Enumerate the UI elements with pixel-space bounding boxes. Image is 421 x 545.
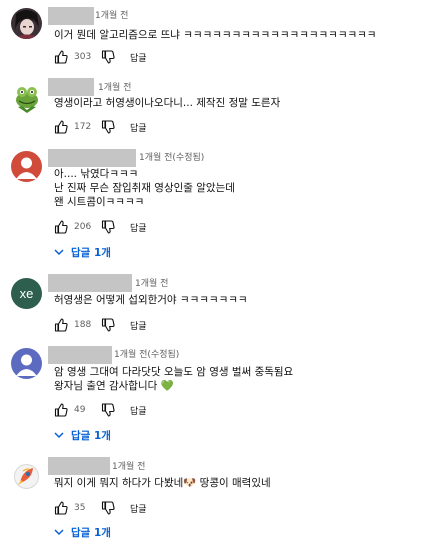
comment-line: 영생이라고 허영생이나오다니... 제작진 정말 도른자 bbox=[54, 97, 281, 109]
comment-line: 난 진짜 무슨 잠입취재 영상인줄 알았는데 bbox=[54, 182, 235, 194]
comment-line: 이거 뭔데 알고리즘으로 뜨냐 ㅋㅋㅋㅋㅋㅋㅋㅋㅋㅋㅋㅋㅋㅋㅋㅋㅋㅋㅋㅋ bbox=[54, 29, 377, 41]
view-replies-button[interactable]: 답글 1개 bbox=[52, 426, 111, 444]
comment-line: 아.... 낚였다ㅋㅋㅋ bbox=[54, 168, 139, 180]
rocket-avatar[interactable] bbox=[11, 461, 42, 492]
reply-button[interactable]: 답글 bbox=[130, 221, 147, 234]
comment-text: 뭐지 이게 뭐지 하다가 다봤네🐶 땅콩이 매력있네 bbox=[54, 476, 271, 490]
dark-portrait-avatar[interactable] bbox=[11, 8, 42, 39]
like-count: 206 bbox=[74, 222, 92, 232]
author-name[interactable] bbox=[48, 149, 136, 167]
thumbs-up-icon[interactable] bbox=[53, 219, 69, 235]
reply-button[interactable]: 답글 bbox=[130, 121, 147, 134]
comment-list: 1개월 전 이거 뭔데 알고리즘으로 뜨냐 ㅋㅋㅋㅋㅋㅋㅋㅋㅋㅋㅋㅋㅋㅋㅋㅋㅋㅋ… bbox=[0, 0, 421, 545]
comment-actions: 35 답글 bbox=[53, 500, 147, 516]
reply-button[interactable]: 답글 bbox=[130, 51, 147, 64]
comment-text: 아.... 낚였다ㅋㅋㅋ 난 진짜 무슨 잠입취재 영상인줄 알았는데 왠 시트… bbox=[54, 167, 235, 209]
thumbs-up-icon[interactable] bbox=[53, 402, 69, 418]
author-name[interactable] bbox=[48, 78, 94, 96]
chevron-down-icon bbox=[52, 428, 66, 442]
reply-button[interactable]: 답글 bbox=[130, 502, 147, 515]
default-user-avatar-red[interactable] bbox=[11, 151, 42, 182]
author-name[interactable] bbox=[48, 274, 132, 292]
thumbs-down-icon[interactable] bbox=[100, 49, 116, 65]
comment-line: 왕자님 출연 감사합니다 💚 bbox=[54, 380, 174, 392]
reply-button[interactable]: 답글 bbox=[130, 404, 147, 417]
thumbs-down-icon[interactable] bbox=[100, 119, 116, 135]
comment-text: 암 영생 그대여 다라닷닷 오늘도 암 영생 벌써 중독됨요 왕자님 출연 감사… bbox=[54, 365, 293, 393]
comment-text: 이거 뭔데 알고리즘으로 뜨냐 ㅋㅋㅋㅋㅋㅋㅋㅋㅋㅋㅋㅋㅋㅋㅋㅋㅋㅋㅋㅋ bbox=[54, 28, 376, 42]
comment-actions: 188 답글 bbox=[53, 317, 147, 333]
comment-time[interactable]: 1개월 전 bbox=[95, 10, 128, 22]
comment-time[interactable]: 1개월 전 bbox=[135, 278, 168, 290]
author-name[interactable] bbox=[48, 7, 94, 25]
view-replies-button[interactable]: 답글 1개 bbox=[52, 523, 111, 541]
view-replies-button[interactable]: 답글 1개 bbox=[52, 243, 111, 261]
avatar-letters: xe bbox=[19, 286, 34, 301]
comment-line: 암 영생 그대여 다라닷닷 오늘도 암 영생 벌써 중독됨요 bbox=[54, 366, 294, 378]
like-count: 35 bbox=[74, 503, 86, 513]
like-count: 172 bbox=[74, 122, 92, 132]
comment-line: 왠 시트콤이ㅋㅋㅋㅋ bbox=[54, 196, 145, 208]
kermit-frog-avatar[interactable] bbox=[11, 83, 42, 114]
default-user-avatar-purple[interactable] bbox=[11, 348, 42, 379]
replies-count-label: 답글 1개 bbox=[71, 429, 111, 442]
author-name[interactable] bbox=[48, 457, 110, 475]
author-name[interactable] bbox=[48, 346, 112, 364]
chevron-down-icon bbox=[52, 245, 66, 259]
comment-actions: 49 답글 bbox=[53, 402, 147, 418]
comment-actions: 206 답글 bbox=[53, 219, 147, 235]
like-count: 188 bbox=[74, 320, 92, 330]
thumbs-up-icon[interactable] bbox=[53, 500, 69, 516]
comment-time[interactable]: 1개월 전 bbox=[112, 461, 145, 473]
comment-time[interactable]: 1개월 전(수정됨) bbox=[139, 152, 204, 164]
thumbs-down-icon[interactable] bbox=[100, 219, 116, 235]
comment-actions: 303 답글 bbox=[53, 49, 147, 65]
replies-count-label: 답글 1개 bbox=[71, 246, 111, 259]
comment-actions: 172 답글 bbox=[53, 119, 147, 135]
thumbs-up-icon[interactable] bbox=[53, 317, 69, 333]
like-count: 49 bbox=[74, 405, 86, 415]
comment-time[interactable]: 1개월 전(수정됨) bbox=[114, 349, 179, 361]
reply-button[interactable]: 답글 bbox=[130, 319, 147, 332]
comment-text: 허영생은 어떻게 섭외한거야 ㅋㅋㅋㅋㅋㅋㅋ bbox=[54, 293, 248, 307]
comment-text: 영생이라고 허영생이나오다니... 제작진 정말 도른자 bbox=[54, 96, 280, 110]
like-count: 303 bbox=[74, 52, 92, 62]
thumbs-down-icon[interactable] bbox=[100, 402, 116, 418]
chevron-down-icon bbox=[52, 525, 66, 539]
thumbs-up-icon[interactable] bbox=[53, 119, 69, 135]
thumbs-up-icon[interactable] bbox=[53, 49, 69, 65]
comment-line: 허영생은 어떻게 섭외한거야 ㅋㅋㅋㅋㅋㅋㅋ bbox=[54, 294, 248, 306]
comment-time[interactable]: 1개월 전 bbox=[98, 82, 131, 94]
thumbs-down-icon[interactable] bbox=[100, 500, 116, 516]
comment-line: 뭐지 이게 뭐지 하다가 다봤네🐶 땅콩이 매력있네 bbox=[54, 477, 271, 489]
thumbs-down-icon[interactable] bbox=[100, 317, 116, 333]
replies-count-label: 답글 1개 bbox=[71, 526, 111, 539]
letter-avatar[interactable]: xe bbox=[11, 278, 42, 309]
